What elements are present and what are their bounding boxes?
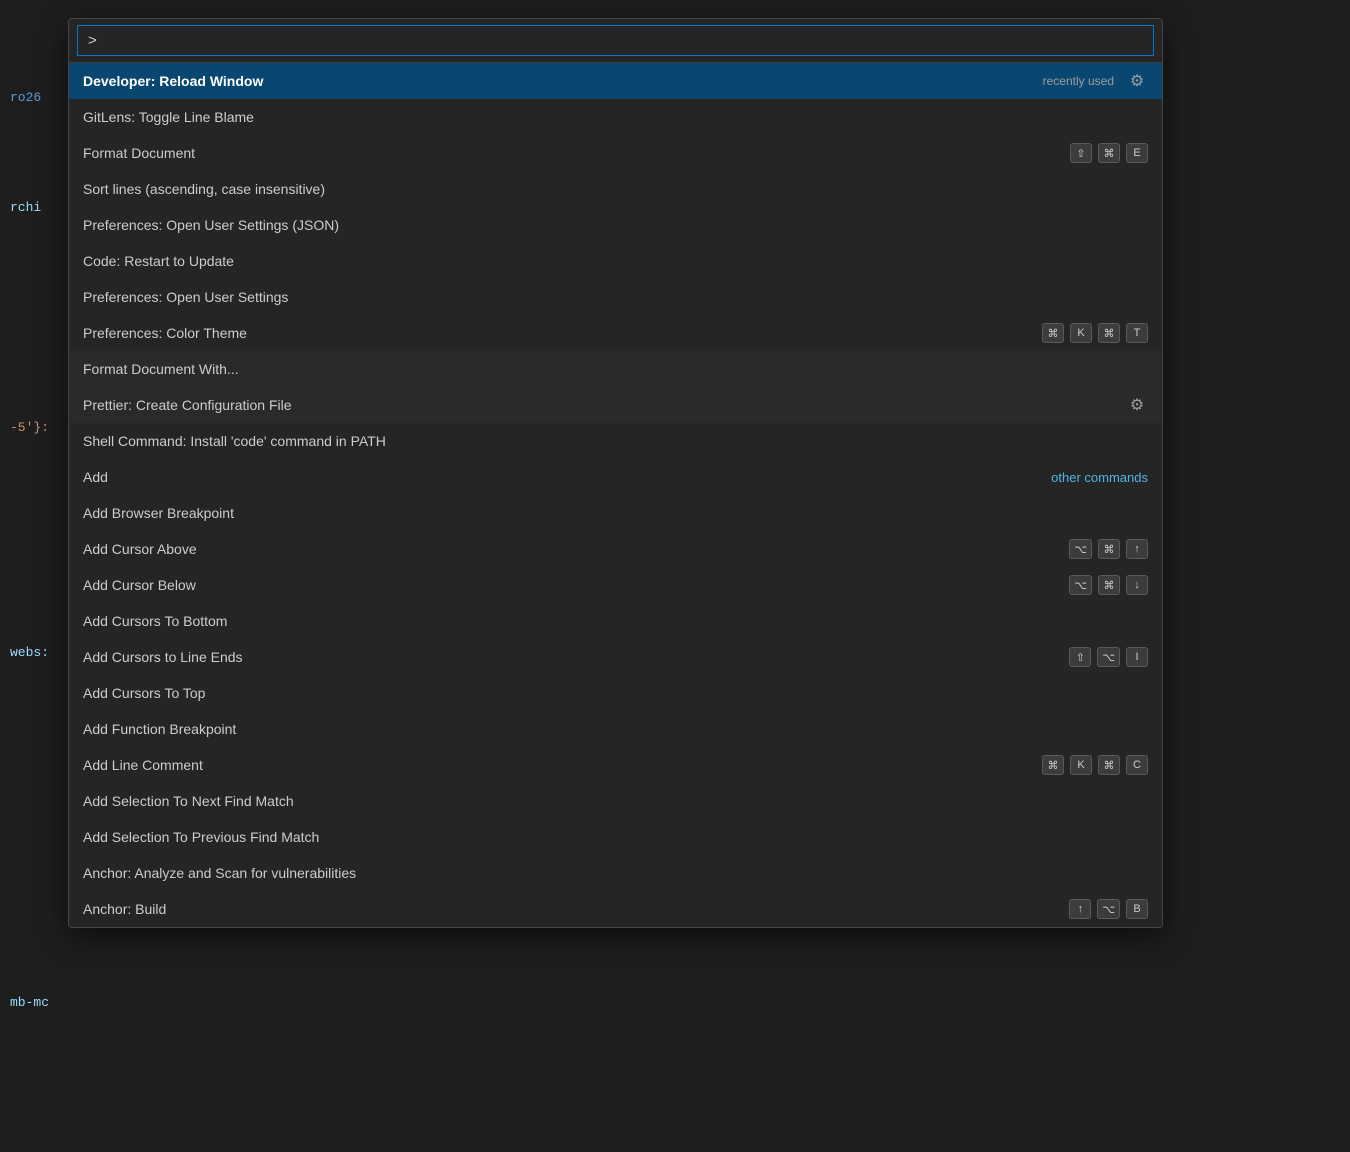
kbd-cmd: ⌘ bbox=[1098, 539, 1120, 559]
command-item-shell-command[interactable]: Shell Command: Install 'code' command in… bbox=[69, 423, 1162, 459]
kbd-k: K bbox=[1070, 323, 1092, 343]
command-right: ⚙ bbox=[1126, 394, 1148, 416]
command-label: Format Document bbox=[83, 145, 1070, 161]
command-right: ⌥ ⌘ ↑ bbox=[1069, 539, 1148, 559]
command-item-code-restart[interactable]: Code: Restart to Update bbox=[69, 243, 1162, 279]
command-item-add-selection-prev[interactable]: Add Selection To Previous Find Match bbox=[69, 819, 1162, 855]
command-item-preferences-color-theme[interactable]: Preferences: Color Theme ⌘ K ⌘ T bbox=[69, 315, 1162, 351]
command-item-gitlens-toggle[interactable]: GitLens: Toggle Line Blame bbox=[69, 99, 1162, 135]
command-label: Preferences: Open User Settings (JSON) bbox=[83, 217, 1148, 233]
command-right: ↑ ⌥ B bbox=[1069, 899, 1148, 919]
command-item-format-document[interactable]: Format Document ⇧ ⌘ E bbox=[69, 135, 1162, 171]
kbd-up: ↑ bbox=[1126, 539, 1148, 559]
command-label: Format Document With... bbox=[83, 361, 1148, 377]
kbd-t: T bbox=[1126, 323, 1148, 343]
kbd-shift: ⇧ bbox=[1069, 647, 1091, 667]
command-right: ⌘ K ⌘ C bbox=[1042, 755, 1148, 775]
command-label: Add Cursor Above bbox=[83, 541, 1069, 557]
kbd-cmd: ⌘ bbox=[1098, 575, 1120, 595]
kbd-cmd: ⌘ bbox=[1042, 755, 1064, 775]
command-item-add-cursors-top[interactable]: Add Cursors To Top bbox=[69, 675, 1162, 711]
command-right: ⌘ K ⌘ T bbox=[1042, 323, 1148, 343]
command-label: Anchor: Build bbox=[83, 901, 1069, 917]
kbd-cmd2: ⌘ bbox=[1098, 755, 1120, 775]
command-item-anchor-analyze[interactable]: Anchor: Analyze and Scan for vulnerabili… bbox=[69, 855, 1162, 891]
command-palette: > Developer: Reload Window recently used… bbox=[68, 18, 1163, 928]
command-right: ⇧ ⌥ I bbox=[1069, 647, 1148, 667]
command-label: Add Cursor Below bbox=[83, 577, 1069, 593]
command-label: Sort lines (ascending, case insensitive) bbox=[83, 181, 1148, 197]
command-label: Add Cursors to Line Ends bbox=[83, 649, 1069, 665]
command-item-prettier-config[interactable]: Prettier: Create Configuration File ⚙ bbox=[69, 387, 1162, 423]
command-label: Developer: Reload Window bbox=[83, 73, 1043, 89]
command-label: Add Selection To Previous Find Match bbox=[83, 829, 1148, 845]
command-item-add-cursor-below[interactable]: Add Cursor Below ⌥ ⌘ ↓ bbox=[69, 567, 1162, 603]
command-item-reload-window[interactable]: Developer: Reload Window recently used ⚙ bbox=[69, 63, 1162, 99]
command-label: Add Cursors To Top bbox=[83, 685, 1148, 701]
command-label: GitLens: Toggle Line Blame bbox=[83, 109, 1148, 125]
kbd-cmd: ⌘ bbox=[1042, 323, 1064, 343]
command-label: Prettier: Create Configuration File bbox=[83, 397, 1126, 413]
command-label: Add Browser Breakpoint bbox=[83, 505, 1148, 521]
gear-icon: ⚙ bbox=[1126, 70, 1148, 92]
kbd-down: ↓ bbox=[1126, 575, 1148, 595]
command-label: Add bbox=[83, 469, 1051, 485]
command-item-sort-lines[interactable]: Sort lines (ascending, case insensitive) bbox=[69, 171, 1162, 207]
search-container: > bbox=[69, 19, 1162, 63]
command-label: Anchor: Analyze and Scan for vulnerabili… bbox=[83, 865, 1148, 881]
command-label: Add Line Comment bbox=[83, 757, 1042, 773]
command-item-add[interactable]: Add other commands bbox=[69, 459, 1162, 495]
kbd-up: ↑ bbox=[1069, 899, 1091, 919]
command-label: Shell Command: Install 'code' command in… bbox=[83, 433, 1148, 449]
command-item-add-cursor-above[interactable]: Add Cursor Above ⌥ ⌘ ↑ bbox=[69, 531, 1162, 567]
kbd-cmd2: ⌘ bbox=[1098, 323, 1120, 343]
gear-icon: ⚙ bbox=[1126, 394, 1148, 416]
command-label: Preferences: Open User Settings bbox=[83, 289, 1148, 305]
command-item-format-document-with[interactable]: Format Document With... bbox=[69, 351, 1162, 387]
command-label: Add Selection To Next Find Match bbox=[83, 793, 1148, 809]
command-item-anchor-build[interactable]: Anchor: Build ↑ ⌥ B bbox=[69, 891, 1162, 927]
command-right: recently used ⚙ bbox=[1043, 70, 1148, 92]
kbd-i: I bbox=[1126, 647, 1148, 667]
kbd-alt: ⌥ bbox=[1097, 647, 1120, 667]
command-item-add-selection-next[interactable]: Add Selection To Next Find Match bbox=[69, 783, 1162, 819]
command-item-preferences-user-json[interactable]: Preferences: Open User Settings (JSON) bbox=[69, 207, 1162, 243]
kbd-k: K bbox=[1070, 755, 1092, 775]
command-label: Preferences: Color Theme bbox=[83, 325, 1042, 341]
command-right: ⇧ ⌘ E bbox=[1070, 143, 1148, 163]
recently-used-text: recently used bbox=[1043, 74, 1114, 88]
kbd-b: B bbox=[1126, 899, 1148, 919]
other-commands-text[interactable]: other commands bbox=[1051, 470, 1148, 485]
kbd-e: E bbox=[1126, 143, 1148, 163]
command-label: Add Cursors To Bottom bbox=[83, 613, 1148, 629]
command-label: Code: Restart to Update bbox=[83, 253, 1148, 269]
kbd-alt: ⌥ bbox=[1069, 539, 1092, 559]
kbd-cmd: ⌘ bbox=[1098, 143, 1120, 163]
kbd-shift: ⇧ bbox=[1070, 143, 1092, 163]
command-item-add-line-comment[interactable]: Add Line Comment ⌘ K ⌘ C bbox=[69, 747, 1162, 783]
command-item-preferences-user-settings[interactable]: Preferences: Open User Settings bbox=[69, 279, 1162, 315]
command-search-input[interactable]: > bbox=[77, 25, 1154, 56]
command-right: ⌥ ⌘ ↓ bbox=[1069, 575, 1148, 595]
command-item-add-browser-breakpoint[interactable]: Add Browser Breakpoint bbox=[69, 495, 1162, 531]
kbd-c: C bbox=[1126, 755, 1148, 775]
command-item-add-cursors-line-ends[interactable]: Add Cursors to Line Ends ⇧ ⌥ I bbox=[69, 639, 1162, 675]
kbd-alt: ⌥ bbox=[1069, 575, 1092, 595]
command-right-other-commands: other commands bbox=[1051, 470, 1148, 485]
command-item-add-cursors-bottom[interactable]: Add Cursors To Bottom bbox=[69, 603, 1162, 639]
kbd-alt: ⌥ bbox=[1097, 899, 1120, 919]
command-item-add-function-breakpoint[interactable]: Add Function Breakpoint bbox=[69, 711, 1162, 747]
command-label: Add Function Breakpoint bbox=[83, 721, 1148, 737]
command-list: Developer: Reload Window recently used ⚙… bbox=[69, 63, 1162, 927]
